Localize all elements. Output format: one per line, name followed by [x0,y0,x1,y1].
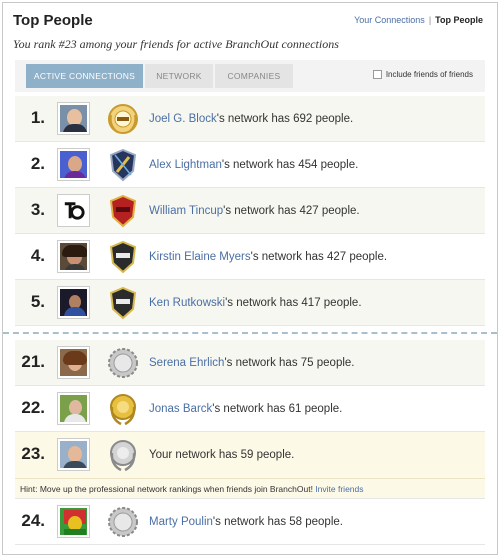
friend-name-link[interactable]: Jonas Barck [149,403,212,415]
your-connections-link[interactable]: Your Connections [354,15,425,25]
silver-seal-badge-icon [108,507,138,537]
tabs-bar: ACTIVE CONNECTIONS NETWORK COMPANIES Inc… [15,60,485,92]
network-text: Joel G. Block's network has 692 people. [149,113,353,125]
rank-number: 3. [30,200,45,219]
ranking-row: 4. Kirstin Elaine Myers's network has 42… [15,234,485,280]
avatar[interactable] [57,286,90,319]
rank-number: 23. [21,444,45,463]
tab-active-connections[interactable]: ACTIVE CONNECTIONS [26,64,143,88]
friend-name-link[interactable]: Joel G. Block [149,113,217,125]
navy-shield-badge-icon [109,148,137,182]
ranking-row: 22. Jonas Barck's network has 61 people. [15,386,485,432]
friends-of-friends-checkbox[interactable] [372,70,382,79]
rank-number: 4. [30,246,45,265]
my-network-text: Your network has 59 people. [149,449,295,461]
rank-subtitle: You rank #23 among your friends for acti… [13,37,339,51]
top-people-current-link[interactable]: Top People [435,15,483,25]
silver-laurel-badge-icon [110,440,136,472]
rank-number: 21. [21,352,45,371]
network-text: Marty Poulin's network has 58 people. [149,516,343,528]
ranking-row: 21. Serena Ehrlich's network has 75 peop… [15,340,485,386]
avatar[interactable] [57,240,90,273]
network-text: Kirstin Elaine Myers's network has 427 p… [149,251,387,263]
rank-number: 22. [21,398,45,417]
avatar[interactable] [57,505,90,538]
friend-name-link[interactable]: Marty Poulin [149,516,213,528]
avatar[interactable] [57,148,90,181]
network-size-text: 's network has 58 people. [212,516,343,528]
header-links: Your Connections | Top People [354,15,483,25]
network-text: Serena Ehrlich's network has 75 people. [149,357,355,369]
link-separator: | [428,15,432,25]
network-size-text: 's network has 692 people. [216,113,354,125]
network-text: William Tincup's network has 427 people. [149,205,360,217]
network-text: Alex Lightman's network has 454 people. [149,159,358,171]
avatar[interactable] [57,194,90,227]
my-ranking-row: 23. Your network has 59 people. [15,432,485,478]
page-title: Top People [13,12,93,29]
ranking-gap-divider [3,326,497,340]
friend-name-link[interactable]: Ken Rutkowski [149,297,225,309]
red-shield-badge-icon [109,194,137,228]
ranking-row: 2. Alex Lightman's network has 454 peopl… [15,142,485,188]
avatar[interactable] [57,102,90,135]
friends-of-friends-label: Include friends of friends [385,70,473,79]
ranking-row: 24. Marty Poulin's network has 58 people… [15,499,485,545]
friends-of-friends-option[interactable]: Include friends of friends [372,70,473,79]
tab-companies[interactable]: COMPANIES [215,64,293,88]
network-size-text: 's network has 454 people. [221,159,359,171]
network-size-text: 's network has 75 people. [224,357,355,369]
rank-number: 2. [30,154,45,173]
gold-700-badge-icon [108,104,138,134]
hint-bar: Hint: Move up the professional network r… [15,478,485,499]
tincup-logo-icon [64,202,85,220]
rank-number: 1. [30,108,45,127]
network-size-text: 's network has 417 people. [225,297,362,309]
friend-name-link[interactable]: Serena Ehrlich [149,357,224,369]
header: Top People Your Connections | Top People [3,3,497,33]
dark-shield-badge-icon [109,240,137,274]
network-text: Ken Rutkowski's network has 417 people. [149,297,362,309]
friend-name-link[interactable]: Alex Lightman [149,159,222,171]
friend-name-link[interactable]: William Tincup [149,205,223,217]
network-size-text: 's network has 61 people. [212,403,343,415]
network-text: Your network has 59 people. [149,449,294,461]
tab-network[interactable]: NETWORK [145,64,213,88]
ranking-list: 1. Joel G. Block's network has 692 peopl… [3,96,497,545]
ranking-row: 5. Ken Rutkowski's network has 417 peopl… [15,280,485,326]
top-people-panel: Top People Your Connections | Top People Y… [2,2,498,555]
avatar[interactable] [57,346,90,379]
avatar[interactable] [57,392,90,425]
dark-shield-badge-icon [109,286,137,320]
avatar[interactable] [57,438,90,471]
silver-seal-badge-icon [108,348,138,378]
gold-laurel-badge-icon [110,394,136,426]
network-size-text: 's network has 427 people. [223,205,360,217]
network-size-text: 's network has 427 people. [250,251,388,263]
ranking-row: 1. Joel G. Block's network has 692 peopl… [15,96,485,142]
hint-text: Hint: Move up the professional network r… [20,484,313,494]
rank-number: 24. [21,511,45,530]
friend-name-link[interactable]: Kirstin Elaine Myers [149,251,251,263]
invite-friends-link[interactable]: Invite friends [315,484,363,494]
ranking-row: 3. William Tincup's network has 427 peop… [15,188,485,234]
rank-number: 5. [30,292,45,311]
network-text: Jonas Barck's network has 61 people. [149,403,342,415]
